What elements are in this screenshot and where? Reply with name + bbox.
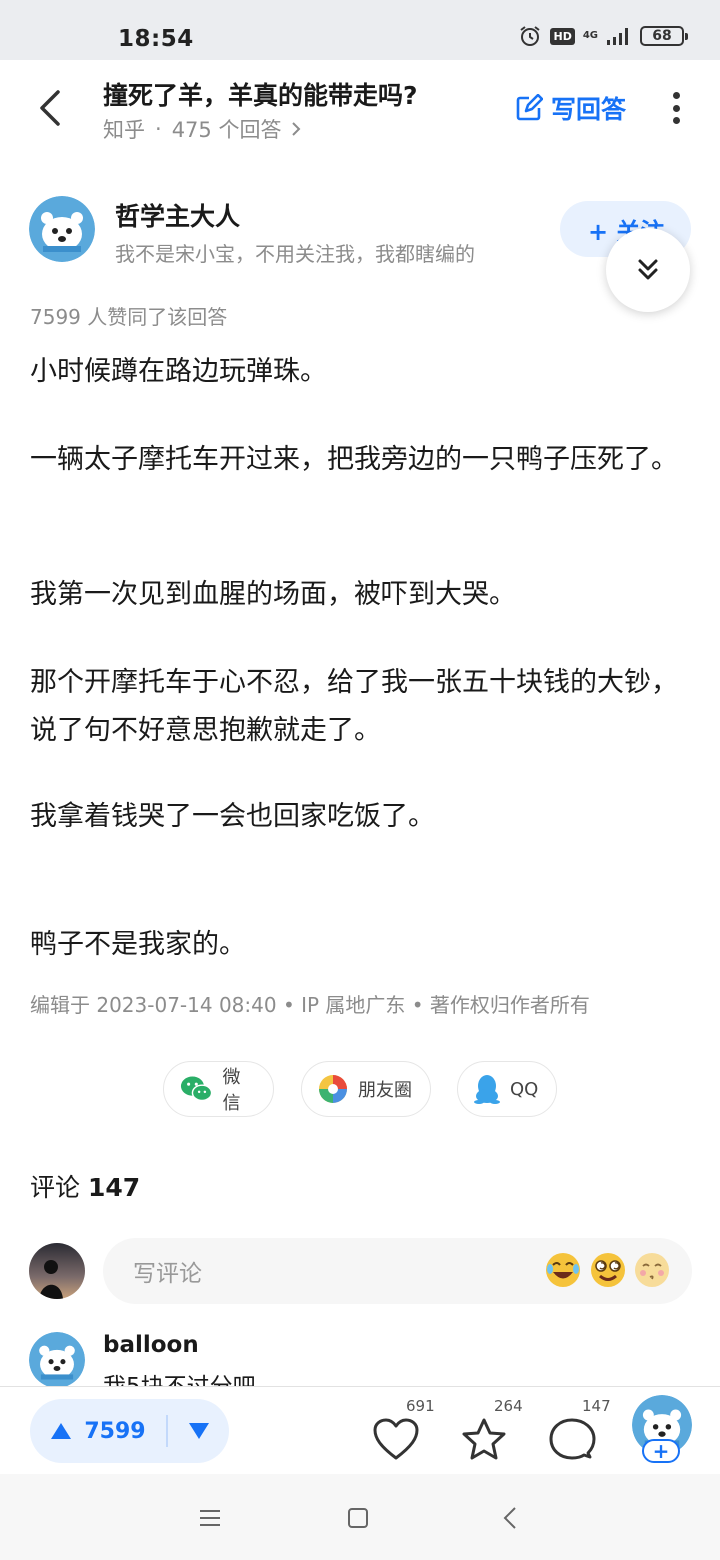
answer-paragraph: 小时候蹲在路边玩弹珠。 — [30, 356, 327, 387]
downvote-button[interactable] — [168, 1399, 229, 1463]
status-icons: HD 4G 68 — [518, 24, 688, 48]
share-wechat-label: 微信 — [222, 1067, 241, 1114]
hd-badge: HD — [550, 27, 575, 45]
share-moments-label: 朋友圈 — [358, 1080, 412, 1101]
answer-paragraph: 我第一次见到血腥的场面，被吓到大哭。 — [30, 579, 516, 610]
double-chevron-down-icon — [638, 259, 658, 280]
system-nav-bar — [0, 1474, 720, 1560]
share-qq-label: QQ — [510, 1078, 539, 1100]
comment-text-clip: 我5块不过分吧 — [103, 1370, 703, 1387]
collapse-button[interactable] — [606, 228, 690, 312]
square-icon — [348, 1508, 368, 1528]
speech-bubble-icon — [549, 1418, 596, 1460]
answer-count: 475 个回答 — [171, 118, 282, 142]
back-triangle-icon — [503, 1507, 516, 1529]
laughing-crying-emoji-icon[interactable] — [544, 1251, 582, 1289]
author-avatar[interactable] — [29, 196, 95, 262]
question-subline[interactable]: 知乎 · 475 个回答 — [103, 114, 301, 144]
nav-home-button[interactable] — [340, 1500, 376, 1536]
bottom-action-bar: 7599 691 264 147 + — [0, 1386, 720, 1474]
alarm-icon — [520, 26, 541, 46]
vote-pill: 7599 — [30, 1399, 229, 1463]
author-bio: 我不是宋小宝，不用关注我，我都瞎编的 — [115, 242, 475, 266]
comments-label: 评论 — [30, 1173, 81, 1202]
battery-icon: 68 — [640, 26, 688, 46]
question-title[interactable]: 撞死了羊，羊真的能带走吗? — [103, 76, 418, 112]
like-count: 691 — [406, 1397, 435, 1415]
more-menu-button[interactable] — [660, 88, 692, 128]
downvote-triangle-icon — [188, 1423, 209, 1439]
bear-avatar-icon — [29, 196, 95, 262]
author-name[interactable]: 哲学主大人 — [115, 197, 240, 233]
status-time: 18:54 — [118, 26, 194, 52]
favorite-count: 264 — [494, 1397, 523, 1415]
heart-icon — [373, 1418, 419, 1460]
upvote-triangle-icon — [51, 1423, 72, 1439]
more-dot-icon — [672, 104, 680, 112]
share-moments-button[interactable]: 朋友圈 — [301, 1061, 431, 1117]
upvote-button[interactable]: 7599 — [30, 1399, 166, 1463]
nav-back-button[interactable] — [492, 1500, 528, 1536]
answer-paragraph: 鸭子不是我家的。 — [30, 929, 246, 960]
comments-heading: 评论 147 — [30, 1168, 140, 1204]
upvote-count: 7599 — [84, 1418, 146, 1444]
more-dot-icon — [672, 92, 680, 99]
star-icon — [462, 1418, 506, 1460]
follow-plus-badge[interactable]: + — [642, 1439, 680, 1463]
chevron-left-icon — [40, 90, 60, 126]
write-answer-button[interactable]: 写回答 — [515, 90, 626, 126]
chevron-right-icon — [292, 122, 301, 136]
status-bar: 18:54 HD 4G 68 — [0, 0, 720, 60]
separator-dot: · — [155, 117, 162, 141]
moments-icon — [319, 1075, 347, 1103]
write-answer-label: 写回答 — [551, 95, 627, 124]
question-header: 撞死了羊，羊真的能带走吗? 知乎 · 475 个回答 写回答 — [0, 60, 720, 160]
nav-menu-button[interactable] — [192, 1500, 228, 1536]
my-avatar — [29, 1243, 85, 1299]
silhouette-avatar-icon — [29, 1243, 85, 1299]
comment-count: 147 — [582, 1397, 611, 1415]
commenter-avatar[interactable] — [29, 1332, 85, 1388]
qq-penguin-icon — [474, 1075, 500, 1104]
comments-count: 147 — [87, 1173, 141, 1202]
back-button[interactable] — [28, 86, 72, 130]
wechat-icon — [180, 1076, 213, 1102]
menu-lines-icon — [200, 1510, 220, 1526]
source-label: 知乎 — [103, 118, 145, 142]
edit-icon — [516, 94, 543, 121]
share-wechat-button[interactable]: 微信 — [163, 1061, 274, 1117]
like-button[interactable]: 691 — [370, 1397, 435, 1467]
bear-avatar-icon — [29, 1332, 85, 1388]
dizzy-emoji-icon[interactable] — [589, 1251, 627, 1289]
share-qq-button[interactable]: QQ — [457, 1061, 557, 1117]
network-type: 4G — [582, 30, 598, 41]
answer-paragraph: 那个开摩托车于心不忍，给了我一张五十块钱的大钞，说了句不好意思抱歉就走了。 — [30, 667, 678, 746]
more-dot-icon — [672, 117, 680, 124]
answer-meta: 编辑于 2023-07-14 08:40 • IP 属地广东 • 著作权归作者所… — [30, 993, 590, 1017]
likes-summary: 7599 人赞同了该回答 — [30, 305, 228, 329]
favorite-button[interactable]: 264 — [458, 1397, 523, 1467]
answer-paragraph: 我拿着钱哭了一会也回家吃饭了。 — [30, 801, 435, 832]
answer-paragraph: 一辆太子摩托车开过来，把我旁边的一只鸭子压死了。 — [30, 444, 678, 475]
kiss-emoji-icon[interactable] — [633, 1251, 671, 1289]
commenter-name[interactable]: balloon — [103, 1332, 199, 1358]
comment-button[interactable]: 147 — [546, 1397, 611, 1467]
signal-icon — [607, 28, 628, 45]
comment-text: 我5块不过分吧 — [103, 1374, 256, 1387]
